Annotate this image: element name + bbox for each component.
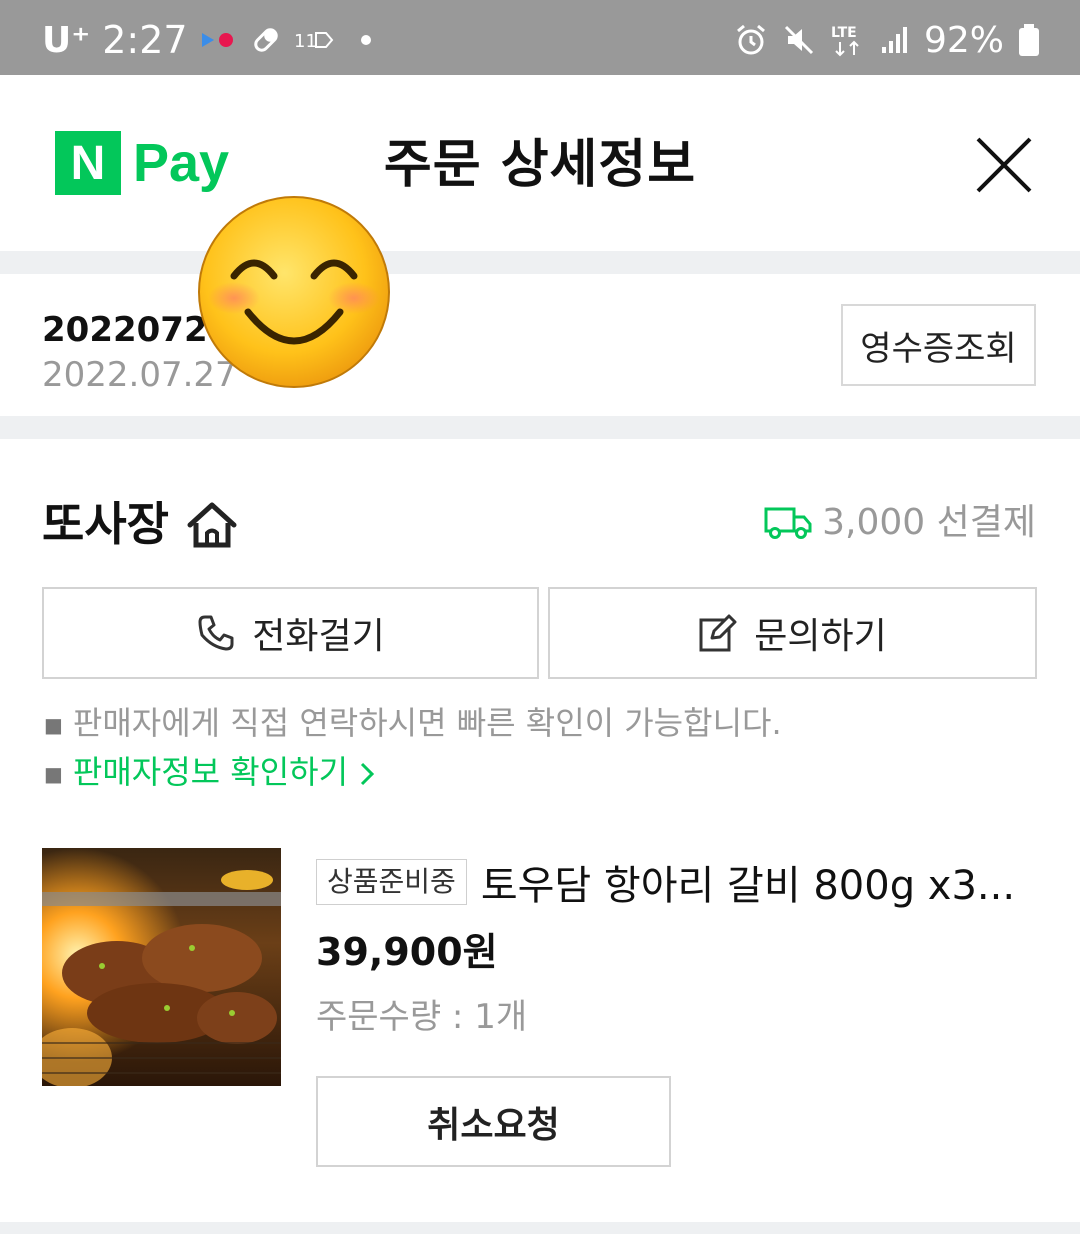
status-bar-right: LTE 92% [734,19,1040,61]
bullet: ■ [44,713,63,737]
receipt-view-button[interactable]: 영수증조회 [841,304,1036,386]
battery-percent: 92% [923,19,1004,61]
signal-icon [881,27,907,53]
store-name[interactable]: 또사장 [42,494,169,554]
carrier-label: U⁺ [42,19,91,61]
cancel-request-button[interactable]: 취소요청 [316,1076,671,1167]
npay-logo-n: N [55,131,121,195]
order-quantity: 주문수량 : 1개 [316,997,528,1037]
seller-info-link[interactable]: ■ 판매자정보 확인하기 [44,750,376,796]
eleven-street-icon: 11 [294,31,333,52]
home-icon[interactable] [186,501,238,549]
shipping-fee: 3,000 선결제 [764,500,1036,546]
clock: 2:27 [102,18,188,62]
truck-icon [764,507,812,539]
dual-dot-icon [201,33,233,47]
inquiry-label: 문의하기 [754,616,887,657]
call-seller-label: 전화걸기 [252,616,385,657]
chevron-right-icon [361,762,375,786]
svg-text:11: 11 [294,31,317,52]
close-icon[interactable] [975,136,1033,194]
bullet: ■ [44,762,63,786]
status-bar: U⁺ 2:27 11 LTE 92% [0,0,1080,75]
section-divider [0,251,1080,274]
section-divider [0,1222,1080,1234]
npay-logo-pay: Pay [133,133,230,193]
dot-icon [360,35,371,45]
section-divider [0,416,1080,439]
contact-notice: ■ 판매자에게 직접 연락하시면 빠른 확인이 가능합니다. [44,701,782,747]
call-seller-button[interactable]: 전화걸기 [42,587,539,679]
status-bar-left: U⁺ 2:27 11 [42,18,376,62]
edit-icon [699,614,737,652]
lte-label: LTE [831,25,857,41]
contact-notice-text: 판매자에게 직접 연락하시면 빠른 확인이 가능합니다. [72,704,782,742]
product-price: 39,900원 [316,930,498,974]
product-image[interactable] [42,848,281,1086]
mute-icon [784,25,814,55]
inquiry-button[interactable]: 문의하기 [548,587,1037,679]
product-name[interactable]: 토우담 항아리 갈비 800g x3... [481,853,1015,911]
phone-icon [198,615,234,651]
alarm-icon [737,24,765,55]
pill-icon [253,28,278,52]
lte-icon: LTE [831,25,859,57]
seller-info-link-text: 판매자정보 확인하기 [72,753,349,791]
smiling-emoji-sticker [198,196,390,388]
order-status-badge: 상품준비중 [316,859,467,905]
product-title-line: 상품준비중 토우담 항아리 갈비 800g x3... [316,853,1046,911]
shipping-fee-text: 3,000 선결제 [822,502,1036,543]
battery-icon [1019,24,1039,56]
npay-logo: N Pay [55,131,229,195]
page-title: 주문 상세정보 [383,135,697,195]
